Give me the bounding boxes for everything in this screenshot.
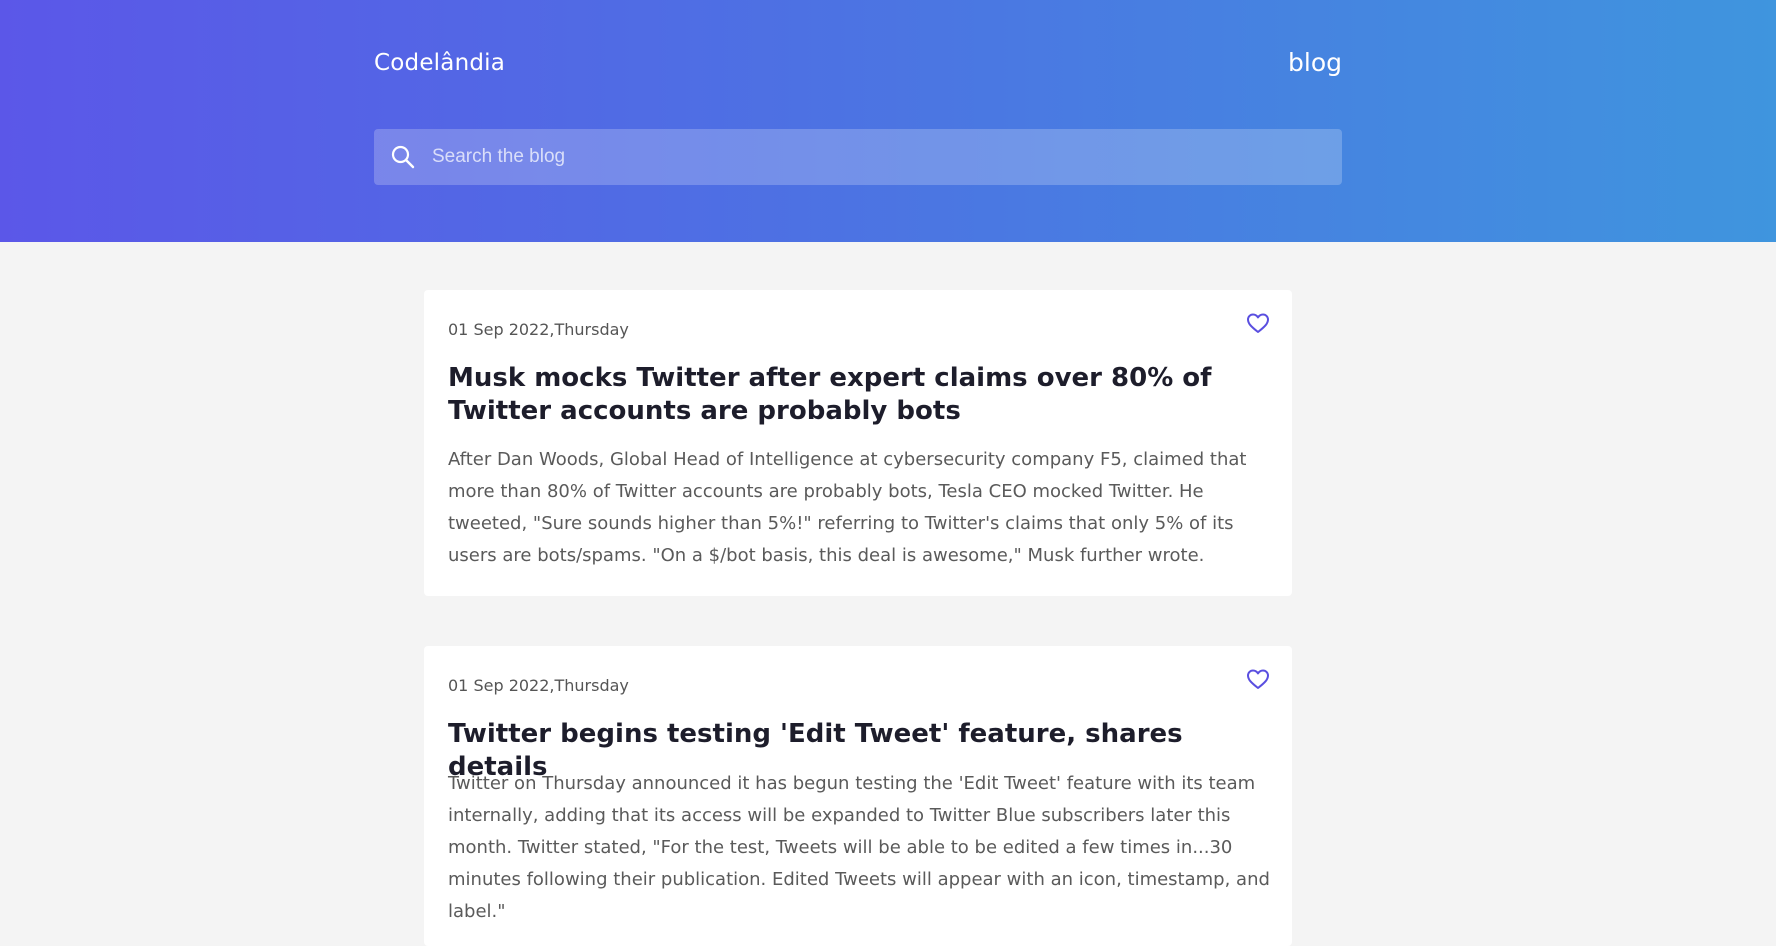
brand-logo[interactable]: Codelândia — [374, 50, 505, 76]
post-card[interactable]: 01 Sep 2022,Thursday Twitter begins test… — [424, 646, 1292, 946]
search-input[interactable] — [432, 129, 1322, 185]
post-date: 01 Sep 2022,Thursday — [448, 320, 629, 339]
nav-link-blog[interactable]: blog — [1288, 48, 1342, 77]
heart-outline-icon[interactable] — [1246, 312, 1270, 334]
post-date: 01 Sep 2022,Thursday — [448, 676, 629, 695]
post-title[interactable]: Musk mocks Twitter after expert claims o… — [448, 362, 1268, 428]
search-icon — [391, 145, 415, 169]
post-excerpt: Twitter on Thursday announced it has beg… — [448, 773, 1270, 922]
search-bar[interactable] — [374, 129, 1342, 185]
post-excerpt: After Dan Woods, Global Head of Intellig… — [448, 449, 1247, 566]
post-card[interactable]: 01 Sep 2022,Thursday Musk mocks Twitter … — [424, 290, 1292, 596]
hero-header: Codelândia blog — [0, 0, 1776, 242]
heart-outline-icon[interactable] — [1246, 668, 1270, 690]
